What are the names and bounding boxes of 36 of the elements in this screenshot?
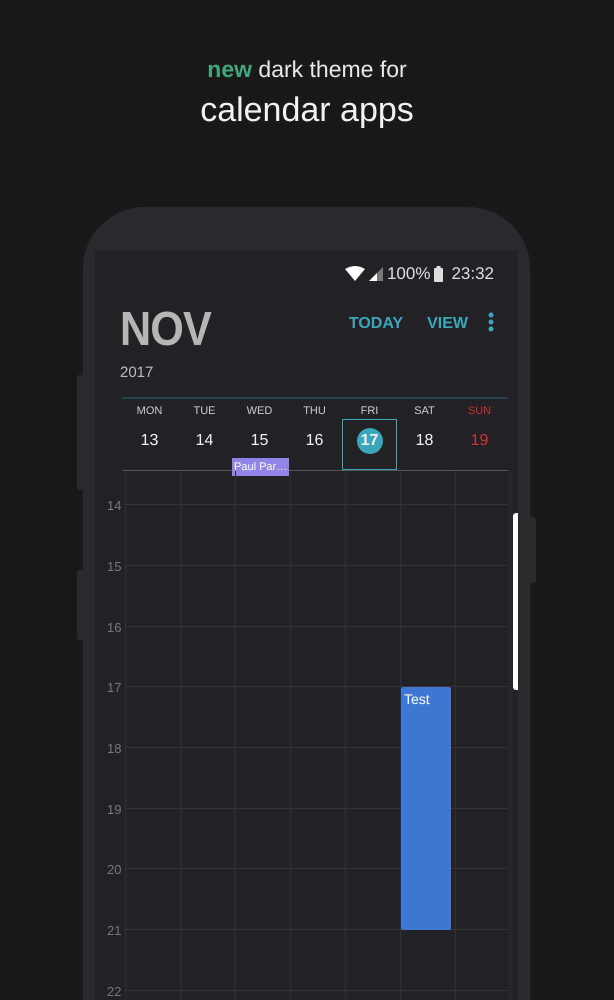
day-name: MON (136, 404, 164, 420)
wifi-icon (344, 266, 365, 282)
day-number[interactable]: 18 (412, 428, 438, 454)
event-block[interactable]: Test (401, 687, 451, 930)
hour-label: 19 (107, 800, 122, 819)
day-name: FRI (360, 404, 380, 420)
day-name: SUN (466, 404, 492, 420)
headline: new dark theme for (206, 57, 408, 82)
day-number[interactable]: 16 (302, 428, 328, 454)
hour-label: 16 (107, 618, 122, 637)
hour-label: 22 (107, 982, 122, 1000)
day-number[interactable]: 13 (136, 428, 162, 454)
month-title: NOV (120, 306, 212, 354)
event-chip[interactable]: Paul Par… (232, 458, 290, 476)
signal-icon (368, 266, 383, 281)
action-button[interactable]: VIEW (427, 312, 468, 336)
day-number[interactable]: 19 (466, 428, 492, 454)
hour-label: 21 (107, 922, 122, 940)
day-name: TUE (192, 404, 216, 420)
hour-label: 15 (107, 558, 122, 576)
title: calendar apps (199, 92, 415, 130)
hour-label: 18 (107, 740, 122, 758)
clock: 23:32 (451, 262, 494, 285)
battery-icon (434, 266, 444, 282)
more-menu-icon[interactable] (488, 312, 494, 332)
year-label: 2017 (120, 362, 154, 383)
day-number[interactable]: 14 (192, 428, 218, 454)
day-name: SAT (413, 404, 436, 420)
hour-label: 20 (107, 861, 122, 880)
battery-level: 100% (386, 262, 430, 285)
day-number[interactable]: 15 (246, 428, 272, 454)
day-name: WED (246, 404, 274, 420)
hour-label: 17 (107, 679, 122, 698)
hour-label: 14 (107, 497, 122, 516)
day-name: THU (302, 404, 327, 420)
action-button[interactable]: TODAY (348, 312, 404, 336)
